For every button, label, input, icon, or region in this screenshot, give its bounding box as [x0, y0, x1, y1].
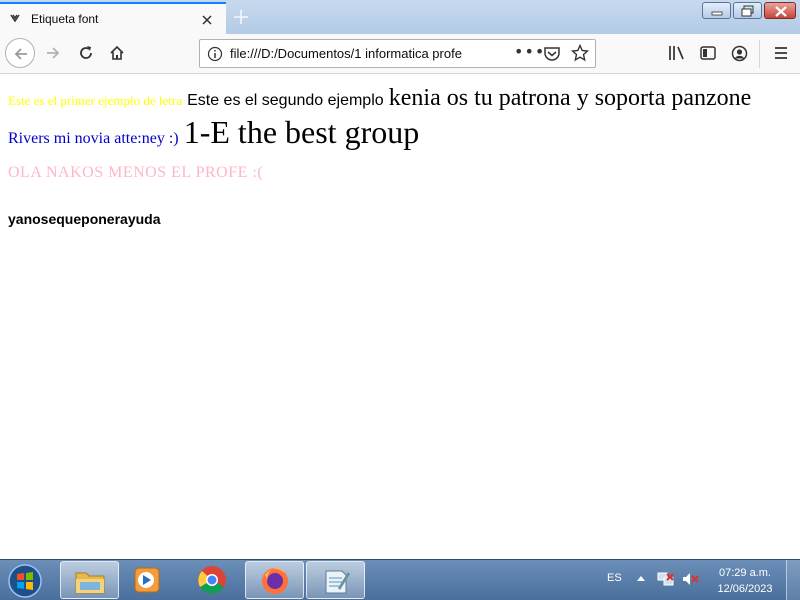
url-text[interactable]: file:///D:/Documentos/1 informatica prof…: [230, 46, 482, 61]
library-icon[interactable]: [668, 45, 686, 61]
clock-date: 12/06/2023: [717, 583, 773, 595]
clock[interactable]: 07:29 a.m. 12/06/2023: [706, 565, 784, 597]
sans-text: Este es el segundo ejemplo: [187, 92, 384, 109]
bold-text: yanosequeponerayuda: [8, 211, 161, 227]
close-icon: [775, 6, 787, 17]
network-icon[interactable]: [657, 571, 675, 587]
restore-button[interactable]: [733, 2, 762, 19]
taskbar-media-player[interactable]: [118, 561, 177, 599]
folder-icon: [75, 572, 105, 594]
home-icon: [110, 45, 124, 60]
media-player-icon: [134, 567, 160, 593]
reload-icon: [80, 46, 92, 59]
firefox-icon: [262, 568, 288, 594]
pink-text: OLA NAKOS MENOS EL PROFE :(: [8, 164, 264, 181]
start-button[interactable]: [5, 562, 45, 600]
pocket-icon[interactable]: [543, 45, 561, 63]
back-button[interactable]: [5, 38, 35, 68]
taskbar-chrome[interactable]: [183, 561, 242, 599]
close-window-button[interactable]: [764, 2, 796, 19]
sidebar-icon[interactable]: [700, 45, 716, 61]
blue-text: Rivers mi novia atte:ney :): [8, 130, 179, 147]
restore-icon: [741, 5, 754, 17]
tab-etiqueta-font[interactable]: Etiqueta font: [0, 2, 226, 34]
yellow-text: Este es el primer ejemplo de letra: [8, 93, 182, 108]
taskbar-notepad[interactable]: [306, 561, 365, 599]
taskbar-firefox[interactable]: [245, 561, 304, 599]
back-arrow-icon: [14, 48, 27, 60]
toolbar-separator: [759, 40, 760, 68]
hamburger-menu-icon[interactable]: [773, 45, 789, 61]
home-button[interactable]: [102, 38, 132, 68]
taskbar: ES 07:29 a.m. 12/06/2023: [0, 559, 800, 600]
page-content: Este es el primer ejemplo de letra Este …: [0, 75, 800, 559]
taskbar-explorer[interactable]: [60, 561, 119, 599]
notepad-icon: [325, 570, 350, 594]
page-actions-button[interactable]: •••: [514, 42, 545, 61]
title-bar: Etiqueta font: [0, 0, 800, 34]
chrome-icon: [198, 566, 226, 594]
show-desktop-button[interactable]: [786, 560, 800, 600]
reload-button[interactable]: [71, 38, 101, 68]
tab-title: Etiqueta font: [31, 12, 99, 26]
font-examples-line-2: Rivers mi novia atte:ney :) 1-E the best…: [8, 114, 419, 151]
account-icon[interactable]: [731, 45, 748, 62]
bookmark-star-icon[interactable]: [571, 44, 589, 62]
show-hidden-icons-icon[interactable]: [636, 574, 646, 582]
font-examples-line-1: Este es el primer ejemplo de letra Este …: [8, 85, 751, 112]
new-tab-icon[interactable]: [232, 8, 250, 26]
language-indicator[interactable]: ES: [607, 572, 622, 584]
minimize-icon: [711, 11, 723, 16]
info-icon[interactable]: [207, 46, 223, 62]
forward-arrow-icon: [47, 47, 60, 59]
forward-button[interactable]: [38, 38, 68, 68]
favicon-icon: [10, 14, 20, 23]
clock-time: 07:29 a.m.: [719, 567, 771, 579]
volume-muted-icon[interactable]: [682, 571, 700, 587]
close-tab-icon[interactable]: [199, 12, 215, 28]
minimize-button[interactable]: [702, 2, 731, 19]
url-fade: [462, 43, 484, 63]
huge-serif-text: 1-E the best group: [183, 114, 420, 150]
address-bar[interactable]: file:///D:/Documentos/1 informatica prof…: [199, 39, 596, 68]
large-serif-text: kenia os tu patrona y soporta panzone: [388, 85, 752, 111]
